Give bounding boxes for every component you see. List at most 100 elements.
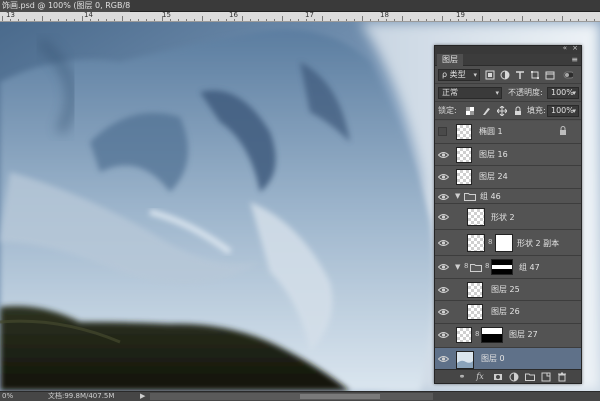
status-bar: 0% 文档:99.8M/407.5M ▶ [0,391,600,401]
group-mask-thumbnail[interactable] [491,258,513,275]
expand-arrow-icon[interactable]: ▼ [455,263,460,271]
ruler-tick [538,19,539,21]
ruler-tick [34,19,35,21]
lock-move-icon[interactable] [497,106,507,116]
fx-icon[interactable]: fx [475,372,485,382]
ruler-tick [370,19,371,21]
eye-icon[interactable] [438,172,449,182]
fill-label: 填充: [527,106,546,115]
ruler-tick [586,19,587,21]
layer-name: 图层 24 [479,172,508,182]
tab-layers[interactable]: 图层 [437,54,463,66]
ruler-tick [498,19,499,21]
adjustment-filter-icon[interactable] [500,70,510,80]
layer-mask-thumbnail[interactable] [495,233,513,252]
ruler-tick [106,19,107,21]
chevron-down-icon: ▾ [495,89,499,97]
ruler-label: 17 [305,12,314,19]
eye-icon[interactable] [438,150,449,160]
layer-row[interactable]: 图层 24 [435,166,581,189]
adjustment-layer-icon[interactable] [509,372,519,382]
ruler-tick [18,19,19,21]
eye-icon[interactable] [438,330,449,340]
eye-icon[interactable] [438,354,449,364]
fill-value: 100% [551,106,574,115]
lock-brush-icon[interactable] [481,106,491,116]
eye-icon[interactable] [438,212,449,222]
layer-name: 图层 26 [491,307,520,317]
layer-row[interactable]: 图层 16 [435,144,581,167]
ruler-tick [202,16,203,21]
document-tab[interactable]: 饰画.psd @ 100% (图层 0, RGB/8) *× [0,0,130,12]
layer-row[interactable]: 图层 26 [435,301,581,324]
eye-icon[interactable] [438,285,449,295]
group-row[interactable]: ▼ 8 8 组 47 [435,256,581,279]
ruler-tick [386,19,387,21]
panel-title-bar[interactable]: « × [435,44,581,54]
ruler-label: 18 [380,12,389,19]
filter-toggle-icon[interactable] [563,70,573,80]
document-size: 文档:99.8M/407.5M [48,392,115,400]
layer-row[interactable]: 图层 25 [435,279,581,302]
ruler-tick [258,19,259,21]
horizontal-scrollbar[interactable] [150,393,433,400]
group-row[interactable]: ▼ 组 46 [435,189,581,204]
layer-row[interactable]: 形状 2 [435,204,581,230]
ruler-tick [314,19,315,21]
filter-kind-select[interactable]: ρ 类型 ▾ [438,69,480,81]
ruler-tick [426,19,427,21]
text-filter-icon[interactable] [515,70,525,80]
link-layers-icon[interactable]: ⚭ [457,372,467,382]
link-icon: 8 [485,261,490,270]
eye-icon[interactable] [438,192,449,202]
ruler-tick [42,16,43,21]
ruler-tick [10,19,11,21]
ruler-tick [594,19,595,21]
expand-arrow-icon[interactable]: ▼ [455,192,460,200]
layer-name: 椭圆 1 [479,127,503,136]
new-layer-icon[interactable] [541,372,551,382]
visibility-toggle[interactable] [438,127,447,136]
close-icon[interactable]: × [572,44,578,52]
eye-icon[interactable] [438,307,449,317]
layer-row[interactable]: 椭圆 1 [435,121,581,144]
layer-thumbnail [467,281,483,298]
layer-row-selected[interactable]: 图层 0 [435,347,581,370]
eye-icon[interactable] [438,238,449,248]
collapse-icon[interactable]: « [563,44,567,52]
layer-name: 形状 2 [491,212,515,222]
lock-transparent-icon[interactable] [465,106,475,116]
lock-all-icon[interactable] [513,106,523,116]
lock-icon [560,126,566,135]
pixel-filter-icon[interactable] [485,70,495,80]
layer-row[interactable]: 8 形状 2 副本 [435,230,581,256]
ruler-label: 16 [229,12,238,19]
layer-mask-thumbnail[interactable] [481,326,503,343]
opacity-input[interactable]: 100% ▾ [547,87,579,99]
layers-panel: « × 图层 ≡ ρ 类型 ▾ 正常 ▾ 不透明度: 100% ▾ 锁定: 填充… [434,44,582,384]
link-icon: 8 [475,329,480,338]
ruler-tick [178,19,179,21]
trash-icon[interactable] [557,372,567,382]
shape-filter-icon[interactable] [530,70,540,80]
add-mask-icon[interactable] [493,372,503,382]
layer-name: 图层 27 [509,329,538,339]
layer-row[interactable]: 8 图层 27 [435,324,581,348]
new-group-icon[interactable] [525,372,535,382]
smart-object-filter-icon[interactable] [545,70,555,80]
status-menu-arrow-icon[interactable]: ▶ [140,392,145,401]
ruler-tick [490,19,491,21]
ruler-tick [290,19,291,21]
layer-name: 图层 0 [481,353,505,363]
ruler-tick [2,16,3,21]
ruler-tick [482,16,483,21]
zoom-level[interactable]: 0% [2,392,13,401]
blend-mode-select[interactable]: 正常 ▾ [438,87,502,99]
folder-icon [464,192,476,201]
fill-input[interactable]: 100% ▾ [547,105,579,117]
group-name: 组 47 [519,262,540,272]
ruler-tick [162,16,163,21]
panel-menu-icon[interactable]: ≡ [571,55,578,64]
eye-icon[interactable] [438,262,449,272]
scrollbar-thumb[interactable] [300,394,380,399]
